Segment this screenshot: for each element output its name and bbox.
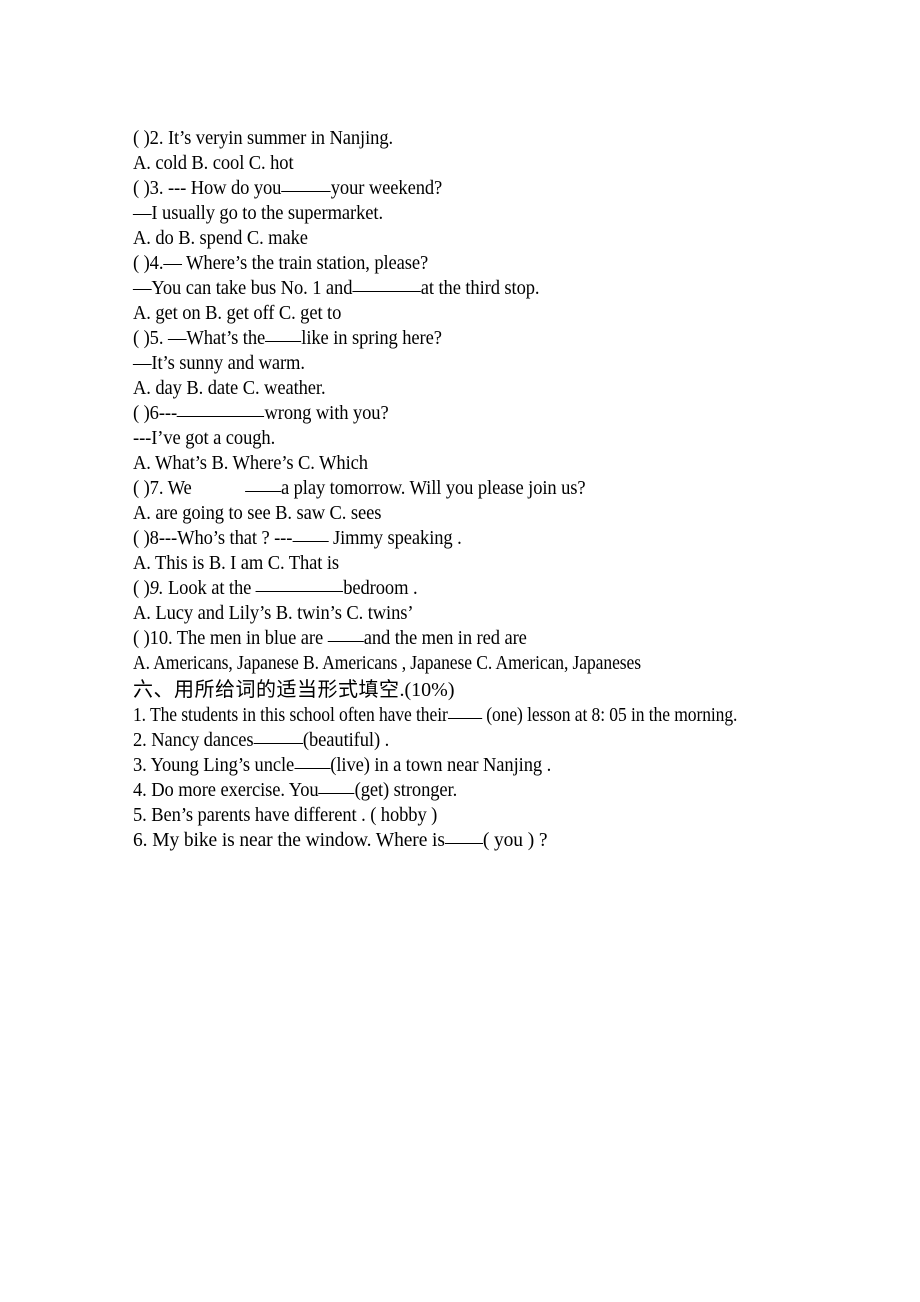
question-5-stem: ( )5. —What’s the like in spring here?: [133, 326, 855, 351]
question-5-answer: —It’s sunny and warm.: [133, 353, 305, 374]
question-9-options: A. Lucy and Lily’s B. twin’s C. twins’: [133, 603, 414, 624]
question-4-answer: —You can take bus No. 1 and at the third …: [133, 276, 855, 301]
question-4-stem: ( )4.— Where’s the train station, please…: [133, 251, 855, 276]
question-10-options: A. Americans, Japanese B. Americans , Ja…: [133, 653, 641, 674]
question-3-blank: [281, 178, 331, 192]
fill-item-1-blank: [447, 705, 482, 719]
question-6-stem-post: wrong with you?: [264, 403, 389, 424]
fill-item-4-post: (get) stronger.: [354, 780, 458, 801]
fill-item-1: 1. The students in this school often hav…: [133, 703, 817, 728]
question-3-stem: ( )3. --- How do you your weekend?: [133, 176, 855, 201]
section-six-points: .(10%): [399, 679, 455, 701]
fill-item-3-post: (live) in a town near Nanjing .: [330, 755, 552, 776]
fill-item-1-post: (one) lesson at 8: 05 in the morning.: [481, 705, 738, 726]
fill-item-2-pre: Nancy dances: [151, 730, 254, 751]
question-7-stem-pre: We: [167, 478, 192, 499]
question-5-options: A. day B. date C. weather.: [133, 378, 326, 399]
question-10-marker: ( )10.: [133, 628, 173, 649]
fill-item-3-pre: Young Ling’s uncle: [150, 755, 295, 776]
fill-item-2-blank: [253, 730, 303, 744]
question-6-marker: ( )6---: [133, 403, 178, 424]
question-2-marker: ( )2.: [133, 128, 164, 149]
section-six-heading: 六、用所给词的适当形式填空.(10%): [133, 676, 893, 703]
question-5-blank: [265, 328, 302, 342]
fill-item-6-blank: [444, 830, 483, 844]
question-2-stem: ( )2. It’s veryin summer in Nanjing.: [133, 126, 855, 151]
fill-item-1-pre: The students in this school often have t…: [149, 705, 448, 726]
question-4-answer-post: at the third stop.: [420, 278, 540, 299]
question-7-options: A. are going to see B. saw C. sees: [133, 503, 382, 524]
question-5-stem-pre: —What’s the: [167, 328, 266, 349]
fill-item-2-number: 2.: [133, 730, 147, 751]
fill-item-6-pre: My bike is near the window. Where is: [152, 830, 445, 851]
question-3-stem-post: your weekend?: [330, 178, 443, 199]
fill-item-5-pre: Ben’s parents have different . ( hobby ): [151, 805, 438, 826]
question-5-stem-post: like in spring here?: [301, 328, 442, 349]
fill-item-4: 4. Do more exercise. You (get) stronger.: [133, 778, 855, 803]
question-7-stem-post: a play tomorrow. Will you please join us…: [280, 478, 586, 499]
question-9-number: 9.: [149, 578, 164, 599]
question-3-options: A. do B. spend C. make: [133, 228, 308, 249]
question-10-stem-pre: The men in blue are: [176, 628, 324, 649]
question-4-marker: ( )4.: [133, 253, 164, 274]
question-8-stem-pre: Who’s that ? ---: [177, 528, 293, 549]
fill-item-5-number: 5.: [133, 805, 147, 826]
fill-item-6: 6. My bike is near the window. Where is (…: [133, 828, 893, 853]
question-8-stem: ( )8---Who’s that ? --- Jimmy speaking .: [133, 526, 855, 551]
question-7-blank: [244, 478, 281, 492]
question-6-options: A. What’s B. Where’s C. Which: [133, 453, 368, 474]
question-9-blank: [255, 578, 344, 592]
fill-item-4-pre: Do more exercise. You: [151, 780, 319, 801]
question-8-blank: [292, 528, 329, 542]
fill-item-3-number: 3.: [133, 755, 147, 776]
fill-item-6-number: 6.: [133, 830, 148, 851]
question-2-stem-text: It’s veryin summer in Nanjing.: [167, 128, 394, 149]
question-8-marker: ( )8---: [133, 528, 178, 549]
question-10-stem: ( )10. The men in blue are and the men i…: [133, 626, 855, 651]
question-4-options: A. get on B. get off C. get to: [133, 303, 342, 324]
question-2-options: A. cold B. cool C. hot: [133, 153, 294, 174]
question-4-blank: [352, 278, 421, 292]
question-6-stem: ( )6--- wrong with you?: [133, 401, 855, 426]
fill-item-6-post: ( you ) ?: [482, 830, 548, 851]
fill-item-4-blank: [318, 780, 355, 794]
question-8-stem-post: Jimmy speaking .: [332, 528, 462, 549]
section-six-heading-cn: 六、用所给词的适当形式填空: [133, 677, 400, 701]
fill-item-2-post: (beautiful) .: [302, 730, 390, 751]
question-8-options: A. This is B. I am C. That is: [133, 553, 340, 574]
question-5-marker: ( )5.: [133, 328, 164, 349]
question-6-blank: [177, 403, 265, 417]
fill-item-1-number: 1.: [133, 705, 146, 726]
question-3-marker: ( )3.: [133, 178, 164, 199]
fill-item-4-number: 4.: [133, 780, 147, 801]
question-3-answer: —I usually go to the supermarket.: [133, 203, 383, 224]
question-9-stem-pre: Look at the: [167, 578, 252, 599]
question-10-stem-post: and the men in red are: [363, 628, 527, 649]
question-9-stem-post: bedroom .: [343, 578, 418, 599]
question-7-marker: ( )7.: [133, 478, 164, 499]
question-10-blank: [327, 628, 364, 642]
question-3-stem-pre: --- How do you: [167, 178, 282, 199]
question-4-answer-pre: —You can take bus No. 1 and: [133, 278, 353, 299]
question-7-stem: ( )7. We a play tomorrow. Will you please…: [133, 476, 855, 501]
question-6-answer: ---I’ve got a cough.: [133, 428, 276, 449]
document-page: ( )2. It’s veryin summer in Nanjing. A. …: [0, 0, 920, 1302]
question-9-marker: ( ): [133, 578, 150, 599]
fill-item-3: 3. Young Ling’s uncle (live) in a town ne…: [133, 753, 855, 778]
question-9-stem: ( )9. Look at the bedroom .: [133, 576, 855, 601]
exam-content: ( )2. It’s veryin summer in Nanjing. A. …: [133, 126, 893, 853]
fill-item-5: 5. Ben’s parents have different . ( hobb…: [133, 803, 855, 828]
question-4-stem-text: — Where’s the train station, please?: [163, 253, 429, 274]
fill-item-2: 2. Nancy dances (beautiful) .: [133, 728, 855, 753]
fill-item-3-blank: [294, 755, 331, 769]
